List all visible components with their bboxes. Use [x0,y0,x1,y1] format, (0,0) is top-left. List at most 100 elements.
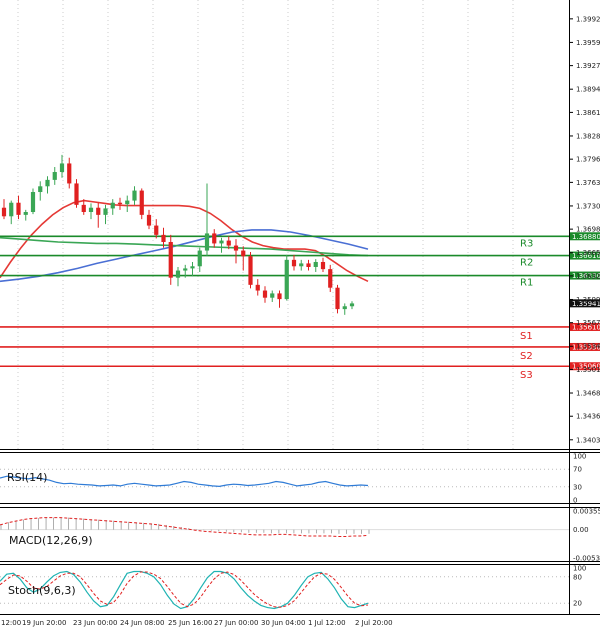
price-axis-label: 1.39270 [576,62,600,70]
time-axis-label: 25 Jun 16:00 [168,619,212,627]
bearish-candle [241,250,246,257]
price-axis-label: 1.38940 [576,86,600,94]
price-axis-label: 1.35340 [576,343,600,351]
price-axis-label: 1.38285 [576,132,600,140]
macd-axis-label: 0.00 [573,526,589,534]
bullish-candle [190,266,195,269]
bearish-candle [74,183,79,205]
price-axis-label: 1.37960 [576,156,600,164]
bullish-candle [197,250,202,267]
level-name-s1: S1 [520,331,533,342]
rsi-axis-label: 30 [573,483,582,491]
time-axis-label: 23 Jun 00:00 [73,619,117,627]
bearish-candle [320,261,326,270]
bullish-candle [23,212,28,215]
price-axis-label: 1.34030 [576,436,600,444]
bearish-candle [262,290,268,298]
bullish-candle [45,179,50,187]
bullish-candle [299,263,304,267]
price-axis-label: 1.36980 [576,226,600,234]
bullish-candle [270,293,275,298]
rsi-axis-label: 70 [573,466,582,474]
level-price-label-r3: 1.36880 [572,233,600,241]
bullish-candle [125,200,130,205]
bullish-candle [52,172,57,180]
price-axis-label: 1.37305 [576,202,600,210]
time-axis-label: 2 Jul 20:00 [355,619,393,627]
macd-title: MACD(12,26,9) [9,534,93,547]
level-name-r1: R1 [520,278,533,289]
bearish-candle [335,287,340,310]
bullish-candle [30,192,36,213]
bearish-candle [226,240,231,246]
macd-axis-label: 0.00355 [573,508,600,516]
level-name-s3: S3 [520,370,533,381]
price-axis-label: 1.38615 [576,109,600,117]
bearish-candle [277,293,282,300]
bearish-candle [146,214,152,226]
bearish-candle [306,263,311,267]
bearish-candle [233,245,239,251]
time-axis-label: 1 Jul 12:00 [308,619,346,627]
rsi-axis-label: 100 [573,453,586,461]
level-name-r3: R3 [520,238,533,249]
bullish-candle [219,240,224,244]
bearish-candle [67,163,72,184]
price-axis-label: 1.35015 [576,366,600,374]
forex-chart: R3 1.36880 R2 1.36610 R1 1.36330 S1 1.35610 S2 1.… [0,0,600,628]
bullish-candle [175,270,181,278]
price-axis-label: 1.34685 [576,390,600,398]
bearish-candle [161,234,166,242]
bearish-candle [1,207,7,217]
price-axis-label: 1.39925 [576,15,600,23]
bearish-candle [328,269,333,288]
time-axis: 12:00 19 Jun 20:00 23 Jun 00:00 24 Jun 08:0… [1,619,393,627]
bearish-candle [255,284,260,291]
bullish-candle [342,306,347,310]
price-axis-label: 1.35670 [576,319,600,327]
bullish-candle [284,259,289,300]
time-axis-label: 30 Jun 04:00 [261,619,305,627]
bearish-candle [212,233,217,244]
bullish-candle [110,202,115,209]
level-name-s2: S2 [520,351,533,362]
price-axis-label: 1.37635 [576,179,600,187]
rsi-axis-label: 0 [573,497,577,505]
bullish-candle [132,190,137,201]
macd-axis-label: -0.00539 [573,555,600,563]
bullish-candle [313,261,318,267]
price-axis-label: 1.35995 [576,296,600,304]
bullish-candle [59,163,65,173]
bearish-candle [154,225,159,235]
stoch-title: Stoch(9,6,3) [8,584,76,597]
level-name-r2: R2 [520,258,533,269]
bullish-candle [204,233,210,251]
chart-svg: R31.36880R21.36610R11.36330S11.35610S21.… [0,0,600,628]
time-axis-label: 24 Jun 08:00 [120,619,164,627]
bullish-candle [103,208,108,215]
stoch-axis-label: 100 [573,565,586,573]
bearish-candle [117,202,123,205]
stoch-axis-label: 20 [573,600,582,608]
bullish-candle [349,303,355,307]
stoch-axis-label: 80 [573,573,582,581]
time-axis-label: 19 Jun 20:00 [22,619,66,627]
bullish-candle [38,186,43,193]
bearish-candle [81,204,86,213]
time-axis-label: 27 Jun 00:00 [214,619,258,627]
time-axis-label: 12:00 [1,619,21,627]
price-axis-label: 1.34360 [576,413,600,421]
bearish-candle [16,202,21,215]
rsi-title: RSI(14) [7,471,47,484]
bearish-candle [168,241,173,278]
bullish-candle [88,207,94,213]
bearish-candle [96,207,101,215]
bullish-candle [183,268,188,271]
bearish-candle [248,256,253,285]
bearish-candle [291,259,297,267]
price-axis-label: 1.39595 [576,39,600,47]
price-axis-label: 1.36650 [576,249,600,257]
price-axis-label: 1.36325 [576,272,600,280]
bearish-candle [139,190,144,215]
bullish-candle [9,202,14,217]
